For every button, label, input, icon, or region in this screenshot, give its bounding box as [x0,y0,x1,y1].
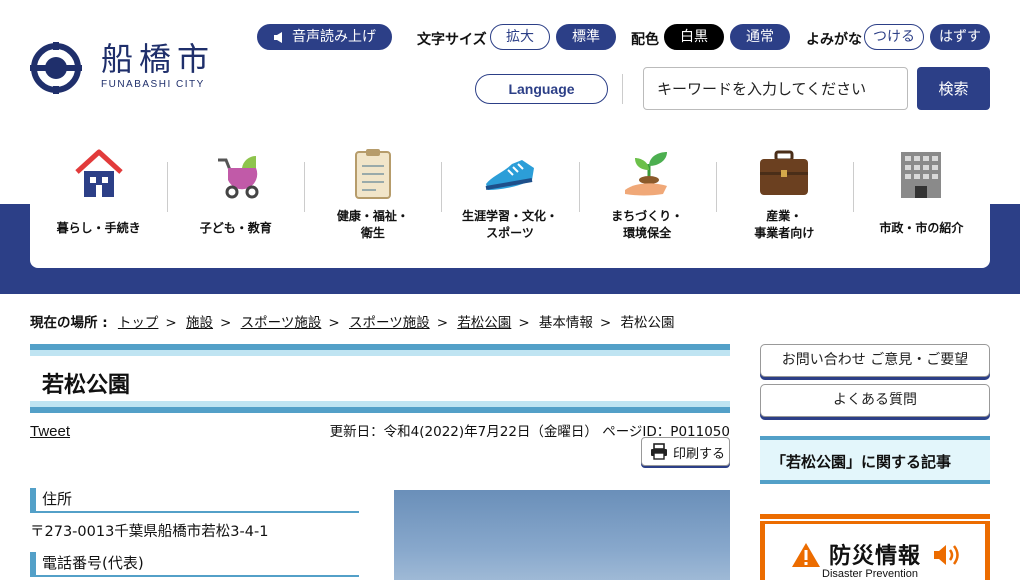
section-heading-phone: 電話番号(代表) [30,552,359,577]
breadcrumb-link-top[interactable]: トップ [118,315,159,331]
nav-label-health: 健康・福祉・ 衛生 [336,209,409,240]
furigana-on-button[interactable]: つける [864,24,924,50]
nav-label-city: 市政・市の紹介 [879,221,964,235]
breadcrumb-link-sports-2[interactable]: スポーツ施設 [349,315,430,331]
breadcrumb-link-facilities[interactable]: 施設 [186,315,213,331]
global-nav: 暮らし・手続き 子ども・教育 健康・福祉・ 衛生 生涯学習・文化・ スポーツ ま… [30,138,990,268]
nav-item-town[interactable]: まちづくり・ 環境保全 [578,138,716,268]
contact-button[interactable]: お問い合わせ ご意見・ご要望 [760,344,990,377]
nav-label-town: まちづくり・ 環境保全 [611,209,684,240]
page-title: 若松公園 [42,373,131,398]
clipboard-icon [354,149,391,199]
disaster-info-banner[interactable]: 防災情報 Disaster Prevention [760,514,990,580]
speech-button[interactable]: 音声読み上げ [257,24,392,50]
color-scheme-label: 配色 [631,32,659,48]
nav-label-living: 暮らし・手続き [56,221,141,235]
print-button[interactable]: 印刷する [641,437,730,466]
disaster-info-title: 防災情報 [829,544,922,569]
breadcrumb: 現在の場所 : トップ > 施設 > スポーツ施設 > スポーツ施設 > 若松公園 > 基… [30,311,675,331]
sneaker-icon [485,160,534,190]
faq-button[interactable]: よくある質問 [760,384,990,417]
building-icon [901,152,942,198]
breadcrumb-separator: > [518,315,530,331]
furigana-label: よみがな [806,32,862,48]
print-button-label: 印刷する [673,447,726,462]
color-mono-button[interactable]: 白黒 [664,24,724,50]
breadcrumb-current: 若松公園 [620,315,675,331]
speech-button-label: 音声読み上げ [292,29,376,45]
search-input[interactable] [643,67,908,110]
breadcrumb-item-basic-info: 基本情報 [538,315,593,331]
nav-item-culture[interactable]: 生涯学習・文化・ スポーツ [441,138,578,268]
related-articles-label: 「若松公園」に関する記事 [771,453,952,471]
speaker-sound-icon [934,545,959,565]
font-size-label: 文字サイズ [417,32,487,48]
breadcrumb-link-wakamatsu[interactable]: 若松公園 [457,315,511,331]
section-heading-address: 住所 [30,488,359,513]
address-text: 〒273-0013千葉県船橋市若松3-4-1 [30,524,269,540]
breadcrumb-heading: 現在の場所 : [30,315,108,331]
nav-label-culture: 生涯学習・文化・ スポーツ [461,209,558,240]
updated-date: 更新日：令和4(2022)年7月22日（金曜日） [329,424,598,440]
language-button[interactable]: Language [475,74,608,104]
breadcrumb-separator: > [328,315,340,331]
tweet-link[interactable]: Tweet [30,423,70,440]
color-normal-button[interactable]: 通常 [730,24,790,50]
stroller-icon [217,155,259,199]
breadcrumb-link-sports[interactable]: スポーツ施設 [241,315,322,331]
header-divider [622,74,623,104]
city-emblem-icon [30,42,82,94]
page-title-box: 若松公園 [30,344,730,413]
nav-item-city[interactable]: 市政・市の紹介 [852,138,990,268]
furigana-off-button[interactable]: はずす [930,24,990,50]
warning-icon [792,543,820,567]
disaster-info-subtitle: Disaster Prevention [822,568,918,580]
nav-item-health[interactable]: 健康・福祉・ 衛生 [304,138,441,268]
search-button[interactable]: 検索 [917,67,990,110]
breadcrumb-separator: > [165,315,177,331]
logo-kanji: 船橋市 [101,40,216,78]
nav-label-children: 子ども・教育 [199,221,272,235]
nav-label-business: 産業・ 事業者向け [754,209,815,240]
breadcrumb-separator: > [220,315,232,331]
related-articles-heading: 「若松公園」に関する記事 [760,436,990,484]
sprout-hand-icon [625,152,668,196]
briefcase-icon [760,150,809,195]
printer-icon [651,443,667,460]
speaker-icon [274,31,282,43]
nav-item-business[interactable]: 産業・ 事業者向け [715,138,853,268]
logo-roman: FUNABASHI CITY [101,79,205,90]
breadcrumb-separator: > [599,315,612,331]
site-logo[interactable]: 船橋市 FUNABASHI CITY [30,40,220,96]
font-size-standard-button[interactable]: 標準 [556,24,616,50]
park-photo [394,490,730,580]
nav-item-living[interactable]: 暮らし・手続き [30,138,167,268]
nav-item-children[interactable]: 子ども・教育 [167,138,304,268]
house-icon [74,149,123,197]
font-size-enlarge-button[interactable]: 拡大 [490,24,550,50]
breadcrumb-separator: > [436,315,449,331]
